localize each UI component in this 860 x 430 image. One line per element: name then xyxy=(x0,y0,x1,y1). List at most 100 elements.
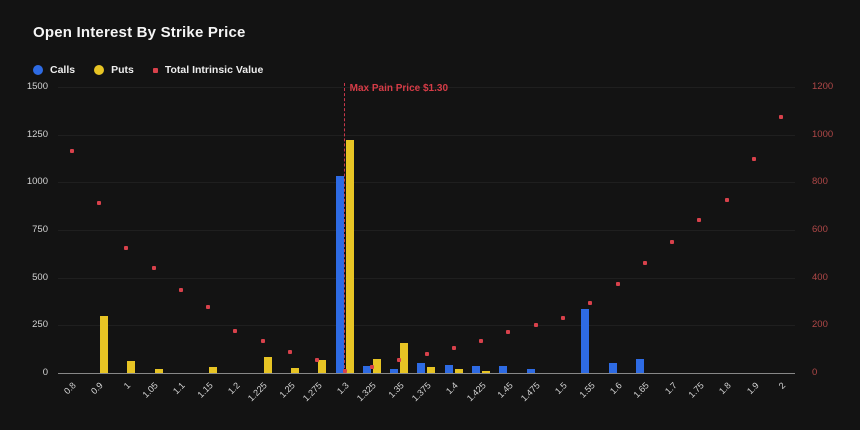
calls-swatch-icon xyxy=(33,65,43,75)
bar-group xyxy=(386,87,413,373)
y-axis-label-left: 1000 xyxy=(27,177,48,187)
bar-group xyxy=(713,87,740,373)
intrinsic-dot[interactable] xyxy=(315,358,319,362)
legend-item-puts[interactable]: Puts xyxy=(94,64,134,76)
bar-puts[interactable] xyxy=(318,360,326,373)
intrinsic-dot[interactable] xyxy=(70,149,74,153)
x-axis-label: 1.225 xyxy=(247,381,269,403)
x-axis-label: 1.325 xyxy=(356,381,378,403)
y-axis-label-right: 600 xyxy=(812,225,828,235)
legend-label-puts: Puts xyxy=(111,64,134,76)
bar-calls[interactable] xyxy=(445,365,453,373)
intrinsic-dot[interactable] xyxy=(425,352,429,356)
bar-calls[interactable] xyxy=(417,363,425,373)
intrinsic-swatch-icon xyxy=(153,68,158,73)
bar-calls[interactable] xyxy=(390,369,398,373)
x-axis-label: 2 xyxy=(778,381,788,391)
bar-group xyxy=(659,87,686,373)
x-axis-label: 1.3 xyxy=(336,381,351,396)
intrinsic-dot[interactable] xyxy=(752,157,756,161)
bar-puts[interactable] xyxy=(455,369,463,373)
bar-calls[interactable] xyxy=(499,366,507,373)
bar-group xyxy=(604,87,631,373)
bar-puts[interactable] xyxy=(427,367,435,373)
intrinsic-dot[interactable] xyxy=(261,339,265,343)
x-axis-label: 1.375 xyxy=(411,381,433,403)
bar-group xyxy=(686,87,713,373)
bar-calls[interactable] xyxy=(472,366,480,373)
x-axis-label: 0.9 xyxy=(90,381,105,396)
bar-group xyxy=(194,87,221,373)
bar-group xyxy=(358,87,385,373)
intrinsic-dot[interactable] xyxy=(670,240,674,244)
intrinsic-dot[interactable] xyxy=(452,346,456,350)
chart-card: Open Interest By Strike Price Calls Puts… xyxy=(0,0,860,430)
x-axis-label: 1.25 xyxy=(278,381,297,400)
bar-group xyxy=(85,87,112,373)
bar-group xyxy=(768,87,795,373)
intrinsic-dot[interactable] xyxy=(152,266,156,270)
bar-group xyxy=(740,87,767,373)
x-axis-label: 1.55 xyxy=(578,381,597,400)
bar-calls[interactable] xyxy=(527,369,535,373)
y-axis-label-right: 200 xyxy=(812,320,828,330)
bar-calls[interactable] xyxy=(636,359,644,373)
y-axis-label-left: 0 xyxy=(43,368,48,378)
bar-puts[interactable] xyxy=(100,316,108,373)
intrinsic-dot[interactable] xyxy=(534,323,538,327)
y-axis-label-left: 500 xyxy=(32,273,48,283)
x-axis-label: 1.1 xyxy=(172,381,187,396)
intrinsic-dot[interactable] xyxy=(588,301,592,305)
intrinsic-dot[interactable] xyxy=(643,261,647,265)
intrinsic-dot[interactable] xyxy=(288,350,292,354)
y-axis-label-left: 250 xyxy=(32,320,48,330)
x-axis-label: 0.8 xyxy=(63,381,78,396)
x-axis-label: 1.275 xyxy=(301,381,323,403)
intrinsic-dot[interactable] xyxy=(179,288,183,292)
bar-puts[interactable] xyxy=(400,343,408,373)
intrinsic-dot[interactable] xyxy=(124,246,128,250)
bar-group xyxy=(522,87,549,373)
y-axis-label-left: 1250 xyxy=(27,130,48,140)
bar-calls[interactable] xyxy=(609,363,617,373)
intrinsic-dot[interactable] xyxy=(616,282,620,286)
bar-puts[interactable] xyxy=(373,359,381,373)
y-axis-label-right: 1000 xyxy=(812,130,833,140)
y-axis-left: 0250500750100012501500 xyxy=(0,87,48,373)
intrinsic-dot[interactable] xyxy=(370,365,374,369)
bar-puts[interactable] xyxy=(264,357,272,373)
bar-puts[interactable] xyxy=(155,369,163,373)
x-axis-label: 1.75 xyxy=(687,381,706,400)
plot-area: Max Pain Price $1.30 xyxy=(58,87,795,373)
bar-puts[interactable] xyxy=(482,371,490,373)
bar-calls[interactable] xyxy=(581,309,589,373)
bar-puts[interactable] xyxy=(291,368,299,373)
legend-label-intrinsic: Total Intrinsic Value xyxy=(165,64,263,76)
x-axis-label: 1.8 xyxy=(718,381,733,396)
bar-group xyxy=(167,87,194,373)
bar-puts[interactable] xyxy=(346,140,354,373)
intrinsic-dot[interactable] xyxy=(725,198,729,202)
legend-item-intrinsic[interactable]: Total Intrinsic Value xyxy=(153,64,263,76)
intrinsic-dot[interactable] xyxy=(779,115,783,119)
intrinsic-dot[interactable] xyxy=(343,369,347,373)
bar-calls[interactable] xyxy=(336,176,344,373)
x-axis: 0.80.911.051.11.151.21.2251.251.2751.31.… xyxy=(58,373,795,425)
intrinsic-dot[interactable] xyxy=(561,316,565,320)
bar-group xyxy=(304,87,331,373)
bar-puts[interactable] xyxy=(127,361,135,373)
bar-group xyxy=(440,87,467,373)
bar-group xyxy=(413,87,440,373)
intrinsic-dot[interactable] xyxy=(479,339,483,343)
x-axis-label: 1.45 xyxy=(496,381,515,400)
intrinsic-dot[interactable] xyxy=(97,201,101,205)
x-axis-label: 1.05 xyxy=(141,381,160,400)
bar-puts[interactable] xyxy=(209,367,217,373)
x-axis-label: 1.6 xyxy=(609,381,624,396)
y-axis-right: 020040060080010001200 xyxy=(812,87,856,373)
bar-group xyxy=(58,87,85,373)
legend-item-calls[interactable]: Calls xyxy=(33,64,75,76)
max-pain-label: Max Pain Price $1.30 xyxy=(350,83,448,94)
x-axis-label: 1.2 xyxy=(227,381,242,396)
intrinsic-dot[interactable] xyxy=(397,358,401,362)
